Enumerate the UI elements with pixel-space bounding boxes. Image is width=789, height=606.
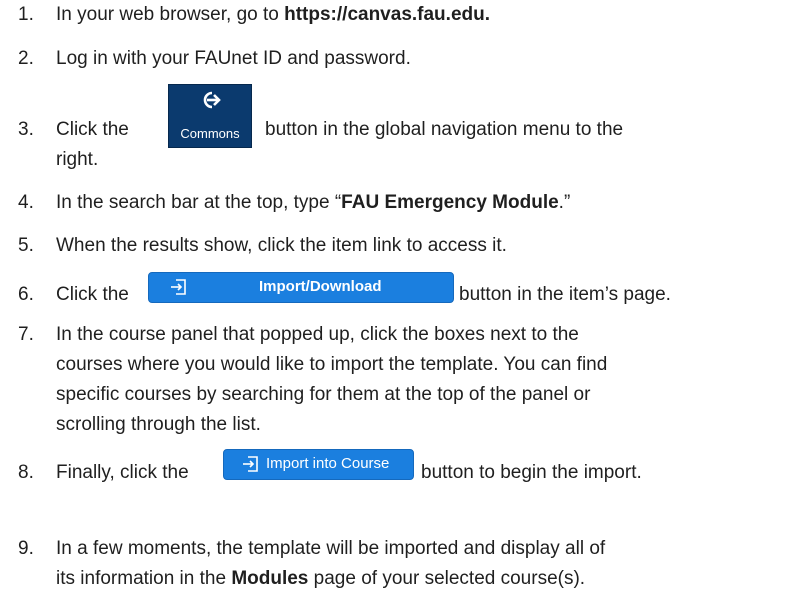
step-text-part: In the search bar at the top, type “ [56, 192, 342, 213]
commons-button[interactable]: Commons [168, 84, 252, 148]
step-text-part: .” [558, 192, 571, 213]
arrow-right-icon [169, 89, 251, 116]
step-text-part: page of your selected course(s). [308, 568, 586, 589]
step-text: In your web browser, go to https://canva… [56, 0, 490, 30]
step-text: When the results show, click the item li… [56, 235, 507, 256]
step-text-post: button to begin the import. [421, 462, 642, 483]
step-7-line-4: scrolling through the list. [56, 414, 261, 435]
import-into-course-button[interactable]: Import into Course [223, 449, 414, 480]
modules-page-name: Modules [231, 568, 309, 589]
step-9-line-2: its information in the Modules page of y… [56, 564, 585, 594]
import-icon [170, 278, 188, 301]
step-text-post: button in the item’s page. [459, 284, 671, 305]
step-number: 7. [18, 324, 34, 345]
step-text-part: its information in the [56, 568, 232, 589]
step-text-line: In a few moments, the template will be i… [56, 538, 606, 559]
step-number: 1. [18, 4, 34, 25]
step-number: 8. [18, 462, 34, 483]
step-text-pre: Finally, click the [56, 462, 189, 483]
step-text-pre: Click the [56, 119, 129, 140]
step-text: In the search bar at the top, type “FAU … [56, 188, 570, 218]
step-text: Log in with your FAUnet ID and password. [56, 48, 411, 69]
step-number: 6. [18, 284, 34, 305]
step-text-post: button in the global navigation menu to … [265, 119, 624, 140]
step-text-line: In the course panel that popped up, clic… [56, 324, 579, 345]
step-number: 9. [18, 538, 34, 559]
canvas-url: https://canvas.fau.edu. [284, 4, 490, 25]
step-7-line-3: specific courses by searching for them a… [56, 384, 591, 405]
step-number: 5. [18, 235, 34, 256]
commons-button-label: Commons [180, 126, 240, 141]
step-number: 4. [18, 192, 34, 213]
import-download-label: Import/Download [259, 278, 382, 295]
import-download-button[interactable]: Import/Download [148, 272, 454, 303]
step-3-cont: right. [56, 149, 99, 170]
step-text-pre: Click the [56, 284, 129, 305]
step-number: 3. [18, 119, 34, 140]
module-name: FAU Emergency Module [341, 192, 559, 213]
import-icon [242, 455, 260, 478]
import-into-course-label: Import into Course [266, 455, 390, 472]
step-7-line-2: courses where you would like to import t… [56, 354, 608, 375]
step-text-part: In your web browser, go to [56, 4, 285, 25]
step-number: 2. [18, 48, 34, 69]
